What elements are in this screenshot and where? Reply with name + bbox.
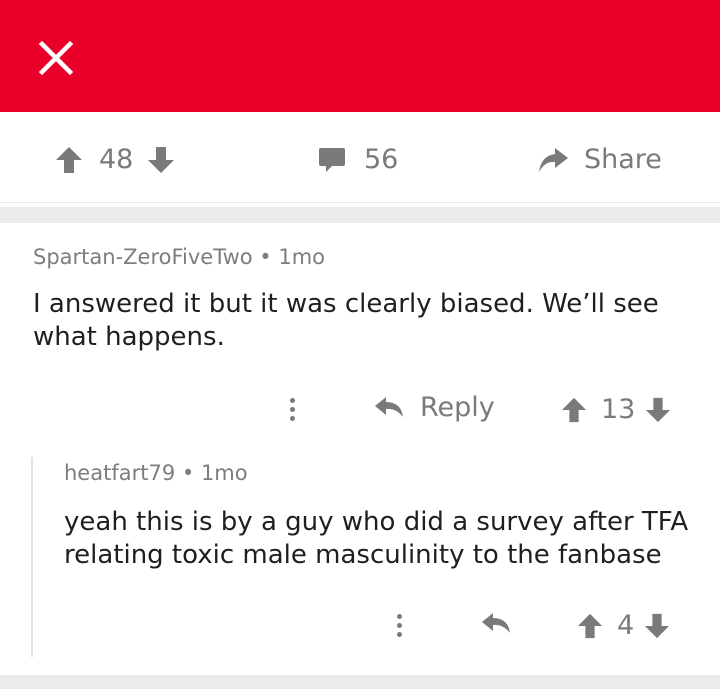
comment-score: 4 — [617, 610, 635, 641]
post-score: 48 — [99, 144, 134, 175]
close-button[interactable] — [38, 40, 74, 76]
comment-body: yeah this is by a guy who did a survey a… — [64, 506, 688, 572]
section-separator — [0, 675, 720, 689]
comment-body-line: relating toxic male masculinity to the f… — [64, 540, 662, 570]
comment-author[interactable]: Spartan-ZeroFiveTwo — [33, 245, 253, 269]
share-label: Share — [584, 144, 662, 175]
reply-button[interactable]: Reply — [374, 392, 495, 423]
comment-count: 56 — [364, 144, 399, 175]
comment-body-line: yeah this is by a guy who did a survey a… — [64, 507, 689, 537]
reply-icon — [375, 396, 403, 417]
downvote-icon[interactable] — [147, 145, 175, 175]
reply-button[interactable] — [481, 611, 511, 637]
upvote-icon[interactable] — [561, 396, 587, 424]
comment-meta: heatfart79 • 1mo — [64, 461, 248, 485]
post-vote-group: 48 — [55, 144, 175, 175]
post-action-bar: 48 56 Share — [0, 112, 720, 204]
divider — [0, 202, 720, 203]
comment-author[interactable]: heatfart79 — [64, 461, 175, 485]
reply-icon — [482, 613, 510, 633]
top-app-bar — [0, 0, 720, 112]
more-options-icon[interactable] — [396, 614, 402, 641]
upvote-icon[interactable] — [577, 612, 603, 640]
reply-label: Reply — [420, 392, 495, 423]
comment-body-line: what happens. — [33, 322, 225, 352]
comment-body-line: I answered it but it was clearly biased.… — [33, 289, 659, 319]
comment-bubble-icon — [319, 147, 345, 172]
comment-meta: Spartan-ZeroFiveTwo • 1mo — [33, 245, 325, 269]
comment-vote-group: 4 — [577, 610, 670, 641]
downvote-icon[interactable] — [644, 612, 670, 640]
meta-separator: • — [259, 245, 279, 269]
comment-score: 13 — [601, 394, 636, 425]
comment-body: I answered it but it was clearly biased.… — [33, 288, 659, 354]
comment-vote-group: 13 — [561, 394, 671, 425]
share-icon — [539, 147, 568, 172]
meta-separator: • — [181, 461, 201, 485]
share-button[interactable]: Share — [537, 144, 662, 175]
close-icon — [38, 40, 74, 76]
thread-indent-line — [31, 457, 33, 657]
section-separator — [0, 207, 720, 223]
comment-age: 1mo — [278, 245, 326, 269]
more-options-icon[interactable] — [289, 398, 295, 425]
upvote-icon[interactable] — [55, 145, 83, 175]
comments-button[interactable]: 56 — [318, 144, 398, 175]
downvote-icon[interactable] — [645, 396, 671, 424]
comment-age: 1mo — [200, 461, 248, 485]
